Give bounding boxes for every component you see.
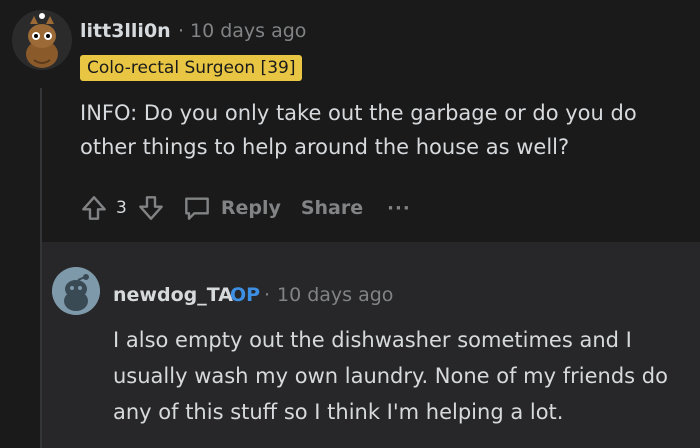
share-label: Share: [300, 197, 364, 219]
reply-body: I also empty out the dishwasher sometime…: [113, 328, 668, 424]
comment-bubble-icon: [181, 192, 213, 224]
commenter-username[interactable]: litt3lli0n: [80, 20, 171, 42]
comment-body: INFO: Do you only take out the garbage o…: [80, 101, 637, 159]
commenter-avatar[interactable]: [12, 10, 72, 70]
more-options-icon[interactable]: ···: [387, 198, 411, 219]
share-button[interactable]: Share: [301, 197, 363, 219]
reply-button[interactable]: Reply: [181, 192, 281, 224]
vote-count: 3: [116, 198, 127, 218]
comment-actions: 3 Reply Share ···: [78, 188, 411, 228]
user-flair: Colo-rectal Surgeon [39]: [80, 55, 303, 81]
reply-label: Reply: [220, 197, 281, 219]
upvote-icon[interactable]: [78, 192, 110, 224]
downvote-icon[interactable]: [135, 192, 167, 224]
reply-timestamp[interactable]: 10 days ago: [277, 284, 393, 306]
reply-meta-separator: ·: [264, 284, 271, 306]
op-badge: OP: [230, 284, 261, 306]
reply-avatar[interactable]: [52, 267, 100, 315]
meta-separator: ·: [178, 20, 185, 42]
reply-username[interactable]: newdog_TA: [113, 284, 233, 306]
comment-timestamp[interactable]: 10 days ago: [190, 20, 306, 42]
